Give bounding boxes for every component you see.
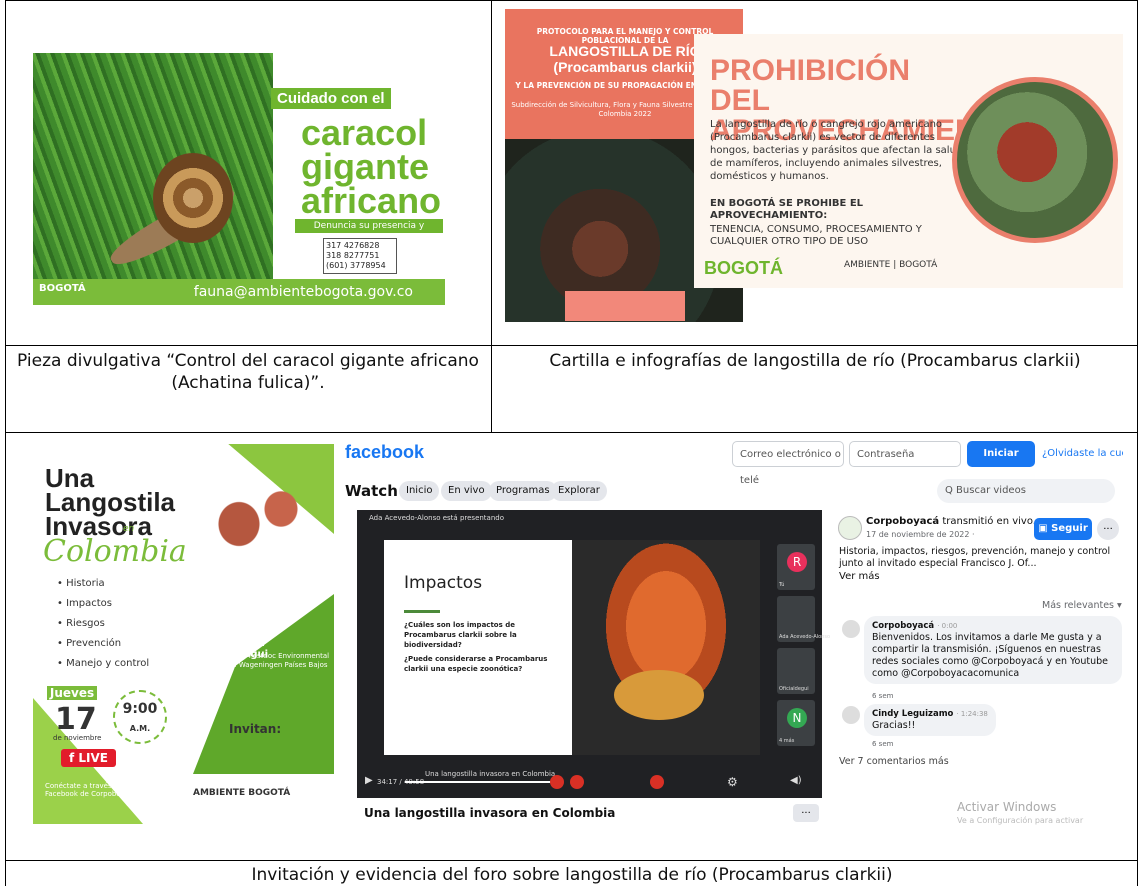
meeting-title-overlay: Una langostilla invasora en Colombia: [425, 770, 556, 778]
table-border-right: [1137, 0, 1138, 886]
sort-comments[interactable]: Más relevantes ▾: [1042, 600, 1122, 611]
caption-forum: Invitación y evidencia del foro sobre la…: [251, 865, 893, 885]
column-divider: [491, 0, 492, 432]
progress-bar[interactable]: [405, 781, 555, 783]
comment-age: 6 sem: [872, 740, 894, 748]
search-videos-input[interactable]: Q Buscar videos: [937, 479, 1115, 503]
fish-photo: [614, 670, 704, 720]
slide-question-2: ¿Puede considerarse a Procambarus clarki…: [404, 655, 548, 673]
event-day: Jueves: [47, 686, 97, 700]
booklet-logo-bar: [565, 291, 685, 321]
poster-logo: BOGOTÁ: [39, 283, 86, 294]
facebook-logo[interactable]: facebook: [345, 442, 424, 463]
invitation-country: Colombia: [43, 534, 187, 569]
more-comments-link[interactable]: Ver 7 comentarios más: [839, 756, 949, 767]
participant-tile: Oficialdegui: [777, 648, 815, 694]
slide-question-1: ¿Cuáles son los impactos de Procambarus …: [404, 621, 517, 649]
crayfish-infographic: PROHIBICIÓN DEL APROVECHAMIENTO La lango…: [694, 34, 1123, 288]
login-button[interactable]: Iniciar sesión: [967, 441, 1035, 485]
watch-title: Watch: [345, 482, 398, 500]
comment-age: 6 sem: [872, 692, 894, 700]
live-badge: f LIVE: [61, 749, 116, 767]
event-date: 17: [55, 702, 97, 737]
gear-icon[interactable]: ⚙: [727, 775, 738, 789]
camera-icon: [570, 775, 584, 789]
infographic-list: TENENCIA, CONSUMO, PROCESAMIENTO Y CUALQ…: [710, 224, 922, 247]
avatar: [842, 620, 860, 638]
presenting-banner: Ada Acevedo-Alonso está presentando: [369, 514, 505, 522]
post-date: 17 de noviembre de 2022 ·: [866, 530, 975, 539]
comment: Corpoboyacá · 0:00 Bienvenidos. Los invi…: [864, 616, 1122, 684]
poster-denuncia: Denuncia su presencia y comercialización: [295, 219, 443, 245]
more-options-button[interactable]: ...: [793, 804, 819, 822]
snail-poster: Cuidado con el caracol gigante africano …: [33, 53, 445, 305]
play-icon[interactable]: ▶: [365, 775, 373, 786]
video-player[interactable]: Ada Acevedo-Alonso está presentando Impa…: [357, 510, 830, 798]
poster-tag: Cuidado con el: [271, 88, 391, 109]
tab-inicio[interactable]: Inicio: [399, 481, 440, 501]
poster-phones: 317 4276828 318 8277751 (601) 3778954: [323, 238, 397, 274]
participant-tile: R Tú: [777, 544, 815, 590]
event-month: de noviembre: [53, 734, 102, 742]
caption-snail: Pieza divulgativa “Control del caracol g…: [17, 351, 479, 393]
email-field[interactable]: Correo electrónico o telé: [732, 441, 844, 486]
tab-en-vivo[interactable]: En vivo: [441, 481, 492, 501]
follow-button[interactable]: ▣ Seguir: [1034, 518, 1092, 540]
invitation-title: Una Langostila Invasora: [45, 463, 176, 541]
video-title: Una langostilla invasora en Colombia: [364, 806, 616, 820]
windows-watermark: Activar Windows: [957, 800, 1057, 814]
invitation-poster: Una Langostila Invasora en Colombia • Hi…: [33, 444, 334, 824]
infographic-body: La langostilla de río o cangrejo rojo am…: [710, 119, 963, 182]
participant-tile: N4 más: [777, 700, 815, 746]
invitation-en: en: [123, 524, 135, 534]
participant-tiles: R Tú Ada Acevedo-Alonso Oficialdegui N4 m…: [777, 544, 830, 754]
comment: Cindy Leguizamo · 1:24:38 Gracias!!: [864, 704, 996, 736]
mic-icon: [550, 775, 564, 789]
poster-email: fauna@ambientebogota.gov.co: [193, 284, 413, 300]
invitan-label: Invitan:: [229, 722, 282, 736]
avatar[interactable]: [838, 516, 862, 540]
facebook-screenshot: facebook Correo electrónico o telé Contr…: [342, 438, 1123, 826]
channel-name[interactable]: Corpoboyacá: [866, 516, 939, 527]
video-controls: ▶ 34:17 / 40:58 Una langostilla invasora…: [365, 770, 815, 793]
slide-title: Impactos: [404, 573, 483, 593]
row-divider-1: [5, 345, 1138, 346]
infographic-logos: AMBIENTE | BOGOTÁ: [844, 260, 938, 270]
infographic-crayfish-photo: [952, 77, 1118, 243]
ellipsis-icon[interactable]: ...: [1097, 518, 1119, 540]
event-time: 9:00 A.M.: [113, 690, 167, 744]
connect-text: Conéctate a través del Facebook de Corpo…: [45, 782, 138, 798]
post-description: Historia, impactos, riesgos, prevención,…: [839, 546, 1111, 569]
channel-line: Corpoboyacá transmitió en vivo.: [866, 516, 1036, 527]
snail-shell-shape: [153, 153, 233, 243]
crayfish-photo: [572, 540, 760, 755]
caption-crayfish: Cartilla e infografías de langostilla de…: [549, 351, 1081, 371]
infographic-bold: EN BOGOTÁ SE PROHIBE EL APROVECHAMIENTO:: [710, 198, 864, 221]
password-field[interactable]: Contraseña: [849, 441, 961, 467]
invitation-topics: • Historia • Impactos • Riesgos • Preven…: [57, 578, 150, 669]
hangup-icon: [650, 775, 664, 789]
infographic-brand: BOGOTÁ: [704, 258, 783, 278]
forgot-account-link[interactable]: ¿Olvidaste la cuenta: [1042, 448, 1123, 459]
tab-programas[interactable]: Programas: [489, 481, 557, 501]
invitation-logos: AMBIENTE BOGOTÁ: [193, 788, 291, 798]
avatar: [842, 706, 860, 724]
crayfish-illustration: [183, 464, 323, 614]
table-border-top: [5, 0, 1138, 1]
presentation-slide: Impactos ¿Cuáles son los impactos de Pro…: [384, 540, 760, 755]
avatar: N: [787, 708, 807, 728]
see-more-link[interactable]: Ver más: [839, 571, 880, 582]
slide-accent-bar: [404, 610, 440, 613]
participant-tile: Ada Acevedo-Alonso: [777, 596, 830, 642]
guest-role: Investigador Postdoc Environmental Resea…: [202, 652, 330, 669]
volume-icon[interactable]: ◀): [790, 775, 802, 786]
avatar: R: [787, 552, 807, 572]
table-border-left: [5, 0, 6, 886]
row-divider-3: [5, 860, 1138, 861]
windows-watermark-sub: Ve a Configuración para activar Windows.: [957, 816, 1084, 826]
tab-explorar[interactable]: Explorar: [551, 481, 607, 501]
poster-word-3: africano: [301, 180, 442, 221]
row-divider-2: [5, 432, 1138, 433]
